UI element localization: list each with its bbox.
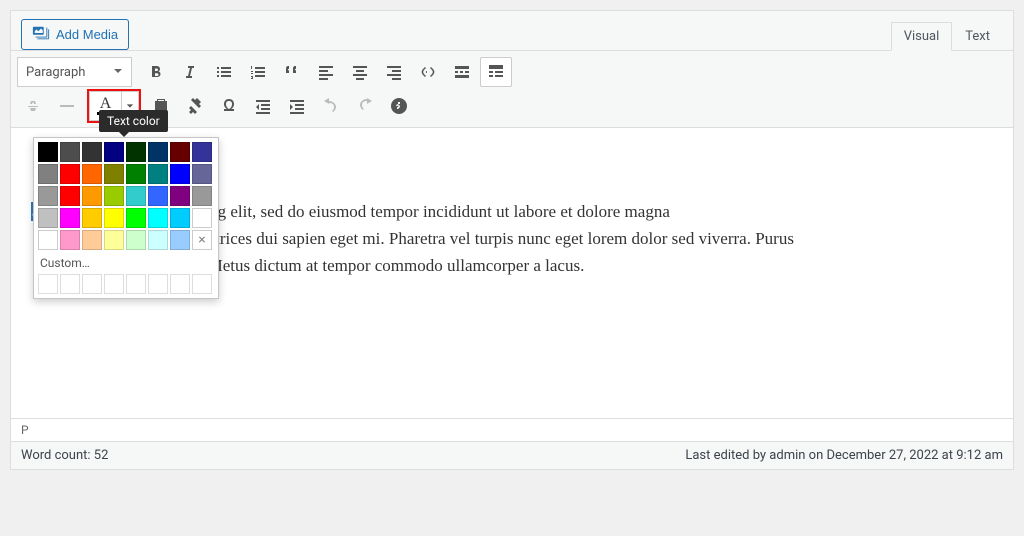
word-count-value: 52 bbox=[94, 448, 109, 463]
color-swatch[interactable] bbox=[60, 142, 80, 162]
paragraph-text[interactable]: us. Metus dictum at tempor commodo ullam… bbox=[184, 256, 584, 275]
color-swatch[interactable] bbox=[170, 164, 190, 184]
clear-formatting-button[interactable] bbox=[179, 91, 211, 121]
outdent-button[interactable] bbox=[247, 91, 279, 121]
text-color-letter-icon: A bbox=[100, 97, 112, 111]
color-swatch[interactable] bbox=[60, 164, 80, 184]
color-swatch[interactable] bbox=[148, 142, 168, 162]
element-path[interactable]: P bbox=[11, 418, 1013, 441]
toolbar-row-1: Paragraph bbox=[17, 55, 1007, 89]
read-more-button[interactable] bbox=[446, 57, 478, 87]
color-swatch[interactable] bbox=[38, 186, 58, 206]
editor-container: Add Media Visual Text Paragraph bbox=[10, 10, 1014, 470]
color-swatch[interactable] bbox=[38, 142, 58, 162]
color-swatch[interactable] bbox=[104, 164, 124, 184]
add-media-button[interactable]: Add Media bbox=[21, 19, 129, 50]
bullet-list-button[interactable] bbox=[208, 57, 240, 87]
keyboard-shortcuts-button[interactable] bbox=[383, 91, 415, 121]
text-color-picker-panel: Text color × Custom… bbox=[33, 137, 219, 299]
color-swatch-none[interactable]: × bbox=[192, 230, 212, 250]
color-swatch[interactable] bbox=[126, 208, 146, 228]
special-character-button[interactable] bbox=[213, 91, 245, 121]
editor-top-bar: Add Media Visual Text bbox=[11, 11, 1013, 50]
color-swatch[interactable] bbox=[82, 230, 102, 250]
paragraph-text[interactable]: usto nec ultrices dui sapien eget mi. Ph… bbox=[142, 229, 794, 248]
add-media-label: Add Media bbox=[56, 27, 118, 42]
custom-color-slot[interactable] bbox=[38, 274, 58, 294]
color-swatch[interactable] bbox=[126, 142, 146, 162]
color-swatch[interactable] bbox=[148, 230, 168, 250]
color-swatch[interactable] bbox=[192, 164, 212, 184]
color-swatch[interactable] bbox=[104, 186, 124, 206]
color-swatch[interactable] bbox=[82, 142, 102, 162]
color-swatch[interactable] bbox=[104, 230, 124, 250]
format-select-label: Paragraph bbox=[26, 65, 85, 80]
word-count-label: Word count: bbox=[21, 448, 94, 463]
blockquote-button[interactable] bbox=[276, 57, 308, 87]
indent-button[interactable] bbox=[281, 91, 313, 121]
align-left-button[interactable] bbox=[310, 57, 342, 87]
toolbar-toggle-button[interactable] bbox=[480, 57, 512, 87]
editor-mode-tabs: Visual Text bbox=[891, 22, 1003, 50]
align-right-button[interactable] bbox=[378, 57, 410, 87]
color-swatch[interactable] bbox=[60, 230, 80, 250]
color-swatch[interactable] bbox=[170, 230, 190, 250]
color-swatch[interactable] bbox=[148, 208, 168, 228]
color-swatch[interactable] bbox=[82, 208, 102, 228]
custom-color-slot[interactable] bbox=[82, 274, 102, 294]
colorpicker-custom-row bbox=[38, 274, 214, 294]
color-swatch[interactable] bbox=[192, 208, 212, 228]
custom-color-slot[interactable] bbox=[170, 274, 190, 294]
last-edited: Last edited by admin on December 27, 202… bbox=[685, 448, 1003, 463]
colorpicker-custom-label[interactable]: Custom… bbox=[38, 250, 214, 274]
custom-color-slot[interactable] bbox=[104, 274, 124, 294]
color-swatch[interactable] bbox=[82, 186, 102, 206]
color-swatch[interactable] bbox=[126, 186, 146, 206]
redo-button[interactable] bbox=[349, 91, 381, 121]
format-select[interactable]: Paragraph bbox=[17, 57, 132, 87]
color-swatch[interactable] bbox=[104, 142, 124, 162]
undo-button[interactable] bbox=[315, 91, 347, 121]
link-button[interactable] bbox=[412, 57, 444, 87]
color-swatch[interactable] bbox=[192, 186, 212, 206]
custom-color-slot[interactable] bbox=[192, 274, 212, 294]
color-swatch[interactable] bbox=[170, 142, 190, 162]
color-swatch[interactable] bbox=[82, 164, 102, 184]
editor-status-bar: Word count: 52 Last edited by admin on D… bbox=[11, 441, 1013, 469]
bold-button[interactable] bbox=[140, 57, 172, 87]
color-swatch[interactable] bbox=[60, 186, 80, 206]
tab-visual[interactable]: Visual bbox=[891, 22, 953, 51]
color-swatch[interactable] bbox=[38, 230, 58, 250]
numbered-list-button[interactable] bbox=[242, 57, 274, 87]
color-swatch-grid: × bbox=[38, 142, 214, 250]
tab-text[interactable]: Text bbox=[952, 22, 1003, 50]
color-swatch[interactable] bbox=[148, 164, 168, 184]
color-swatch[interactable] bbox=[38, 164, 58, 184]
custom-color-slot[interactable] bbox=[60, 274, 80, 294]
text-color-tooltip: Text color bbox=[99, 110, 168, 132]
color-swatch[interactable] bbox=[148, 186, 168, 206]
horizontal-rule-button[interactable] bbox=[51, 91, 83, 121]
chevron-down-icon bbox=[113, 65, 123, 80]
editor-toolbar: Paragraph A bbox=[11, 50, 1013, 128]
chevron-down-icon bbox=[126, 102, 134, 110]
color-swatch[interactable] bbox=[126, 230, 146, 250]
color-swatch[interactable] bbox=[38, 208, 58, 228]
color-swatch[interactable] bbox=[192, 142, 212, 162]
strikethrough-button[interactable] bbox=[17, 91, 49, 121]
color-swatch[interactable] bbox=[170, 208, 190, 228]
color-swatch[interactable] bbox=[170, 186, 190, 206]
custom-color-slot[interactable] bbox=[126, 274, 146, 294]
media-icon bbox=[32, 24, 50, 45]
custom-color-slot[interactable] bbox=[148, 274, 168, 294]
color-swatch[interactable] bbox=[60, 208, 80, 228]
italic-button[interactable] bbox=[174, 57, 206, 87]
color-swatch[interactable] bbox=[126, 164, 146, 184]
align-center-button[interactable] bbox=[344, 57, 376, 87]
color-swatch[interactable] bbox=[104, 208, 124, 228]
word-count: Word count: 52 bbox=[21, 448, 108, 463]
